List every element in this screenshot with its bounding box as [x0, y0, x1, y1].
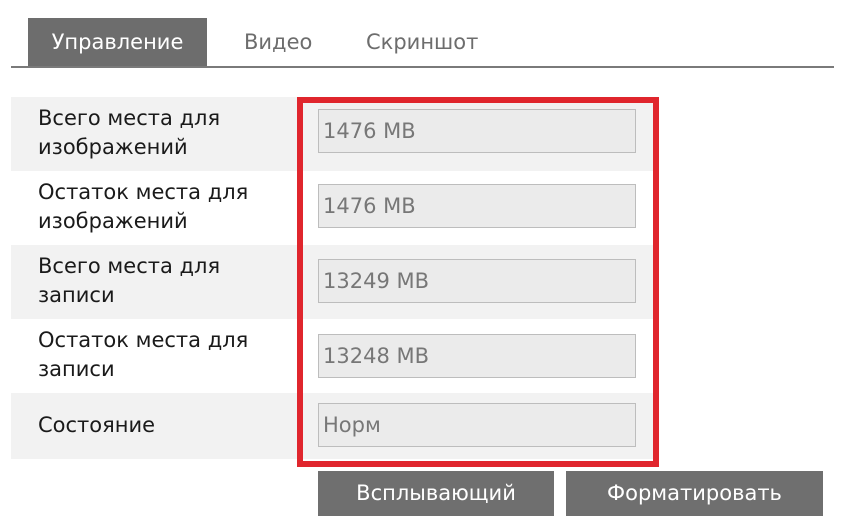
- popup-button[interactable]: Всплывающий: [318, 471, 554, 516]
- record-total-space-field[interactable]: [318, 259, 636, 303]
- tab-bar: Управление Видео Скриншот: [0, 0, 851, 68]
- tab-video[interactable]: Видео: [244, 18, 312, 66]
- table-row: Остаток места для изображений: [11, 171, 656, 245]
- row-label-record-free: Остаток места для записи: [38, 328, 249, 381]
- table-row: Всего места для записи: [11, 245, 656, 319]
- row-label-record-total: Всего места для записи: [38, 254, 221, 307]
- record-free-space-field[interactable]: [318, 334, 636, 378]
- tab-management[interactable]: Управление: [28, 18, 207, 66]
- status-field[interactable]: [318, 403, 636, 447]
- tab-underline: [11, 66, 834, 68]
- tab-screenshot[interactable]: Скриншот: [366, 18, 478, 66]
- image-total-space-field[interactable]: [318, 109, 636, 153]
- row-label-image-total: Всего места для изображений: [38, 106, 221, 159]
- table-row: Всего места для изображений: [11, 97, 656, 171]
- format-button[interactable]: Форматировать: [566, 471, 823, 516]
- storage-info-table: Всего места для изображений Остаток мест…: [11, 97, 656, 459]
- row-label-status: Состояние: [38, 413, 156, 437]
- table-row: Состояние: [11, 393, 656, 459]
- row-label-image-free: Остаток места для изображений: [38, 180, 249, 233]
- image-free-space-field[interactable]: [318, 184, 636, 228]
- table-row: Остаток места для записи: [11, 319, 656, 393]
